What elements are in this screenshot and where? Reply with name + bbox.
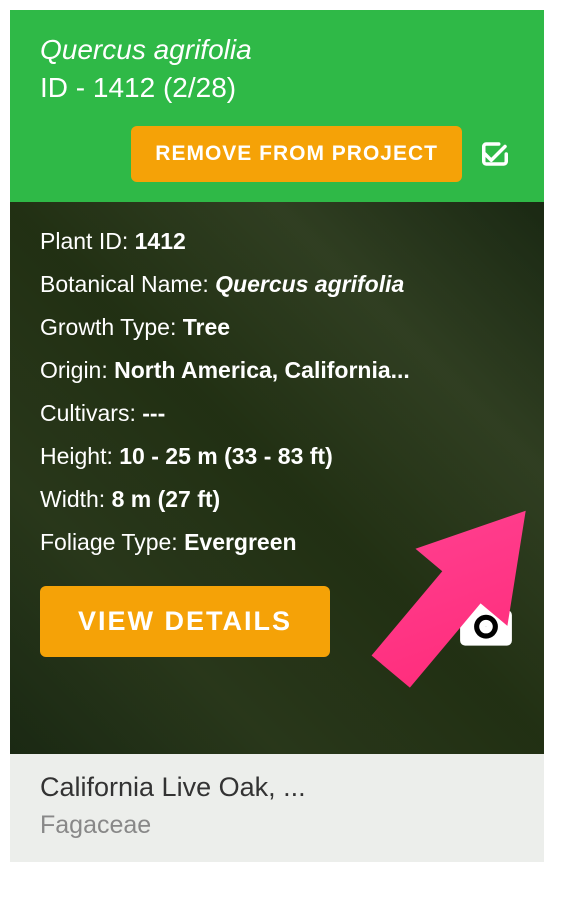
bottom-actions: VIEW DETAILS [40,586,514,657]
width-row: Width: 8 m (27 ft) [40,486,514,513]
foliage-type-value: Evergreen [184,529,297,555]
growth-type-value: Tree [183,314,230,340]
growth-type-label: Growth Type: [40,314,183,340]
origin-label: Origin: [40,357,114,383]
plant-id-value: 1412 [135,228,186,254]
id-line: ID - 1412 (2/28) [40,72,514,104]
cultivars-value: --- [142,400,165,426]
remove-from-project-button[interactable]: REMOVE FROM PROJECT [131,126,462,182]
botanical-name-label: Botanical Name: [40,271,215,297]
card-body: Plant ID: 1412 Botanical Name: Quercus a… [10,202,544,754]
origin-row: Origin: North America, California... [40,357,514,384]
width-value: 8 m (27 ft) [112,486,221,512]
height-value: 10 - 25 m (33 - 83 ft) [119,443,332,469]
checkbox-checked-icon[interactable] [480,139,510,169]
species-name: Quercus agrifolia [40,34,514,66]
origin-value: North America, California... [114,357,410,383]
cultivars-row: Cultivars: --- [40,400,514,427]
plant-id-label: Plant ID: [40,228,135,254]
foliage-type-label: Foliage Type: [40,529,184,555]
card-footer: California Live Oak, ... Fagaceae [10,754,544,862]
view-details-button[interactable]: VIEW DETAILS [40,586,330,657]
card-header: Quercus agrifolia ID - 1412 (2/28) REMOV… [10,10,544,202]
common-name: California Live Oak, ... [40,772,514,803]
cultivars-label: Cultivars: [40,400,142,426]
foliage-type-row: Foliage Type: Evergreen [40,529,514,556]
height-row: Height: 10 - 25 m (33 - 83 ft) [40,443,514,470]
camera-icon[interactable] [458,598,514,646]
plant-id-row: Plant ID: 1412 [40,228,514,255]
family-name: Fagaceae [40,811,514,840]
growth-type-row: Growth Type: Tree [40,314,514,341]
botanical-name-row: Botanical Name: Quercus agrifolia [40,271,514,298]
plant-card: Quercus agrifolia ID - 1412 (2/28) REMOV… [10,10,544,862]
botanical-name-value: Quercus agrifolia [215,271,404,297]
header-actions: REMOVE FROM PROJECT [40,126,514,182]
height-label: Height: [40,443,119,469]
width-label: Width: [40,486,112,512]
